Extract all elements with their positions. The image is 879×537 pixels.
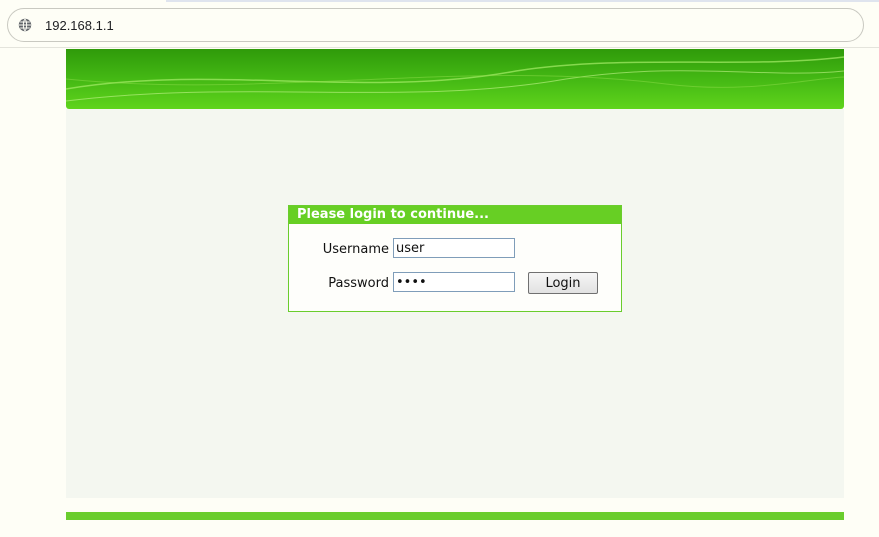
globe-icon xyxy=(18,18,32,32)
password-input[interactable] xyxy=(393,272,515,292)
url-text: 192.168.1.1 xyxy=(45,18,114,33)
footer-bar xyxy=(66,512,844,520)
login-title: Please login to continue... xyxy=(289,206,621,224)
password-label: Password xyxy=(328,276,389,291)
browser-toolbar: 192.168.1.1 xyxy=(0,0,879,48)
username-label: Username xyxy=(322,242,389,257)
tab-strip xyxy=(166,0,879,2)
address-bar[interactable]: 192.168.1.1 xyxy=(7,8,864,42)
banner-graphic xyxy=(66,49,844,109)
header-banner xyxy=(66,49,844,109)
username-input[interactable] xyxy=(393,238,515,258)
login-panel: Please login to continue... Username Pas… xyxy=(288,205,622,312)
login-button[interactable]: Login xyxy=(528,272,598,294)
